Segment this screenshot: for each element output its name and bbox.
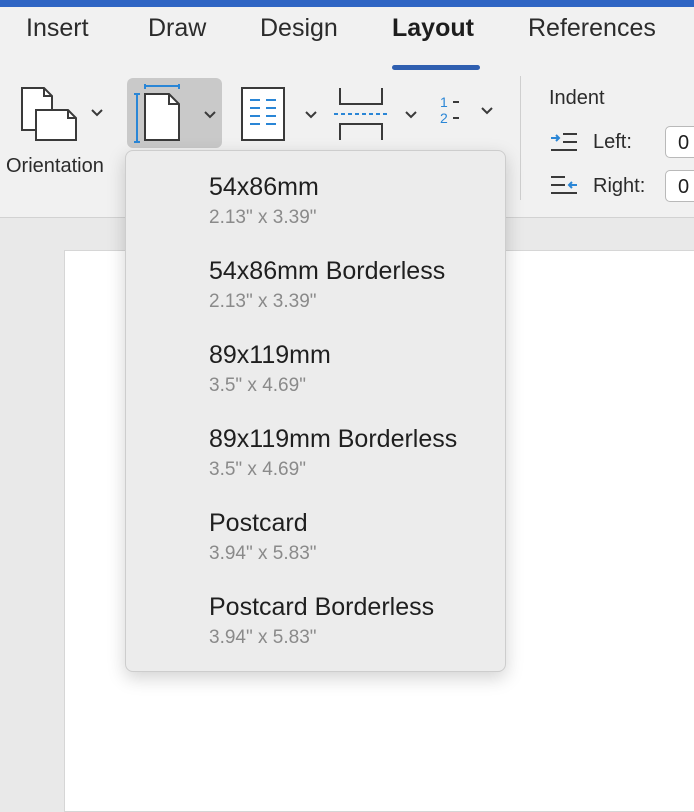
ribbon-tabs: Insert Draw Design Layout References — [0, 14, 694, 70]
tab-insert[interactable]: Insert — [26, 14, 89, 43]
active-tab-underline — [392, 65, 480, 70]
size-option-name: 89x119mm Borderless — [209, 425, 458, 453]
size-option-dimensions: 2.13" x 3.39" — [209, 291, 317, 312]
orientation-label: Orientation — [6, 155, 104, 177]
size-option-postcard-borderless[interactable]: Postcard Borderless 3.94" x 5.83" — [126, 571, 505, 655]
size-option-dimensions: 3.5" x 4.69" — [209, 459, 306, 480]
size-option-54x86mm[interactable]: 54x86mm 2.13" x 3.39" — [126, 151, 505, 235]
indent-right-input[interactable]: 0 — [665, 170, 694, 202]
indent-right-label: Right: — [593, 175, 646, 197]
indent-left-input[interactable]: 0 — [665, 126, 694, 158]
line-numbers-chevron-down-icon[interactable] — [480, 106, 494, 116]
indent-right-icon — [551, 176, 577, 194]
size-button[interactable] — [127, 78, 222, 148]
svg-text:1: 1 — [440, 94, 448, 110]
size-dropdown-menu: 54x86mm 2.13" x 3.39" 54x86mm Borderless… — [125, 150, 506, 672]
size-option-name: 54x86mm Borderless — [209, 257, 446, 285]
columns-icon — [241, 87, 285, 141]
size-option-postcard[interactable]: Postcard 3.94" x 5.83" — [126, 487, 505, 571]
columns-button[interactable] — [240, 86, 286, 142]
svg-text:2: 2 — [440, 110, 448, 126]
columns-chevron-down-icon[interactable] — [304, 110, 318, 120]
line-numbers-icon: 1 2 — [440, 94, 459, 126]
size-option-name: Postcard Borderless — [209, 593, 435, 621]
size-option-dimensions: 3.5" x 4.69" — [209, 375, 306, 396]
ribbon-separator — [520, 76, 521, 200]
orientation-icon — [21, 87, 77, 141]
page-break-icon — [334, 88, 390, 140]
orientation-button[interactable] — [18, 84, 82, 144]
breaks-button[interactable] — [332, 86, 392, 142]
tab-references[interactable]: References — [528, 14, 656, 43]
size-option-54x86mm-borderless[interactable]: 54x86mm Borderless 2.13" x 3.39" — [126, 235, 505, 319]
window-top-accent — [0, 0, 694, 7]
size-chevron-down-icon — [204, 111, 216, 119]
size-option-89x119mm-borderless[interactable]: 89x119mm Borderless 3.5" x 4.69" — [126, 403, 505, 487]
tab-draw[interactable]: Draw — [148, 14, 206, 43]
size-option-name: 54x86mm — [209, 173, 319, 201]
indent-group-title: Indent — [549, 87, 605, 109]
size-option-89x119mm[interactable]: 89x119mm 3.5" x 4.69" — [126, 319, 505, 403]
size-option-dimensions: 3.94" x 5.83" — [209, 543, 317, 564]
tab-layout[interactable]: Layout — [392, 14, 474, 43]
size-option-dimensions: 2.13" x 3.39" — [209, 207, 317, 228]
breaks-chevron-down-icon[interactable] — [404, 110, 418, 120]
tab-design[interactable]: Design — [260, 14, 338, 43]
indent-left-icon — [551, 133, 577, 151]
orientation-chevron-down-icon[interactable] — [90, 108, 104, 118]
page-size-icon — [134, 84, 180, 143]
size-option-dimensions: 3.94" x 5.83" — [209, 627, 317, 648]
size-option-name: 89x119mm — [209, 341, 331, 369]
indent-left-label: Left: — [593, 131, 632, 153]
size-option-name: Postcard — [209, 509, 308, 537]
line-numbers-button[interactable]: 1 2 — [438, 92, 468, 128]
